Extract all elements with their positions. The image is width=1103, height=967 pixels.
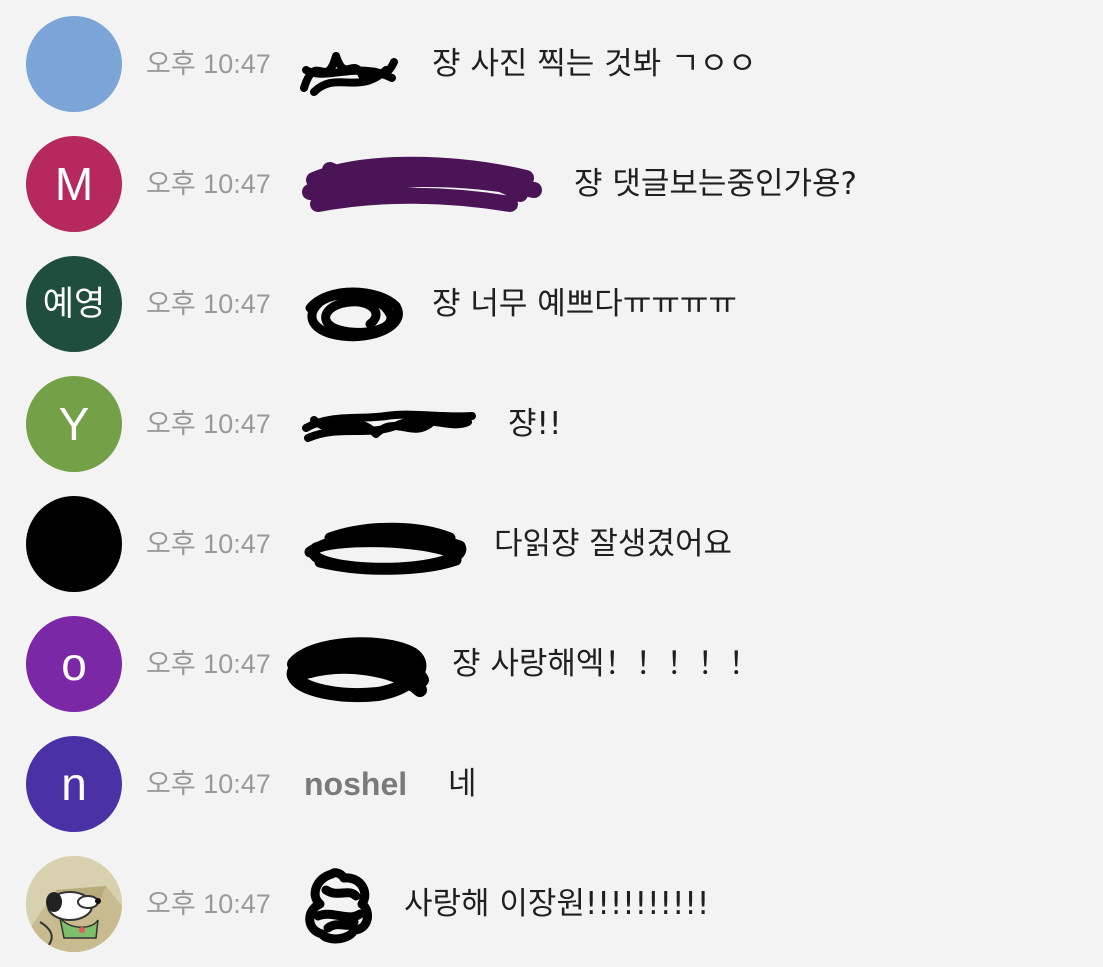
chat-message-list: 오후 10:47 쟝 사진 찍는 것봐 ㄱㅇㅇ M 오후 10:47 쟝 댓글보…: [0, 0, 1103, 967]
message-timestamp: 오후 10:47: [146, 409, 271, 439]
avatar[interactable]: M: [26, 136, 122, 232]
message-timestamp: 오후 10:47: [146, 529, 271, 559]
avatar[interactable]: [26, 496, 122, 592]
snoopy-avatar-image: [26, 856, 122, 952]
message-timestamp: 오후 10:47: [146, 49, 271, 79]
chat-message-row[interactable]: 오후 10:47 다읽쟝 잘생겼어요: [0, 480, 1103, 600]
chat-message-row[interactable]: n 오후 10:47 noshel 네: [0, 720, 1103, 840]
avatar[interactable]: 예영: [26, 256, 122, 352]
chat-message-row[interactable]: 오후 10:47 사랑해 이장원!!!!!!!!!!: [0, 840, 1103, 960]
message-text: 쟝!!: [508, 406, 562, 442]
message-text: 사랑해 이장원!!!!!!!!!!: [404, 886, 710, 922]
message-text: 쟝 사랑해엑！！！！！: [452, 646, 760, 682]
author-redaction-scribble: [302, 410, 476, 442]
message-text: 쟝 사진 찍는 것봐 ㄱㅇㅇ: [432, 46, 757, 82]
author-redaction-scribble: [305, 287, 403, 342]
avatar[interactable]: n: [26, 736, 122, 832]
chat-message-row[interactable]: Y 오후 10:47 쟝!!: [0, 360, 1103, 480]
chat-message-row[interactable]: 오후 10:47 쟝 사진 찍는 것봐 ㄱㅇㅇ: [0, 0, 1103, 120]
avatar[interactable]: o: [26, 616, 122, 712]
message-text: 네: [448, 766, 477, 802]
chat-message-row[interactable]: o 오후 10:47 쟝 사랑해엑！！！！！: [0, 600, 1103, 720]
author-name[interactable]: noshel: [304, 766, 407, 802]
author-redaction-scribble: [300, 52, 398, 96]
author-redaction-scribble: [286, 637, 429, 703]
author-redaction-scribble: [305, 868, 373, 944]
avatar[interactable]: [26, 16, 122, 112]
avatar[interactable]: [26, 856, 122, 952]
message-timestamp: 오후 10:47: [146, 769, 271, 799]
author-redaction-scribble: [302, 156, 542, 212]
message-timestamp: 오후 10:47: [146, 289, 271, 319]
message-text: 쟝 너무 예쁘다ㅠㅠㅠㅠ: [432, 286, 737, 322]
avatar[interactable]: Y: [26, 376, 122, 472]
message-timestamp: 오후 10:47: [146, 649, 271, 679]
message-timestamp: 오후 10:47: [146, 169, 271, 199]
message-timestamp: 오후 10:47: [146, 889, 271, 919]
author-redaction-scribble: [304, 522, 467, 575]
message-text: 다읽쟝 잘생겼어요: [494, 526, 733, 562]
chat-message-row[interactable]: 예영 오후 10:47 쟝 너무 예쁘다ㅠㅠㅠㅠ: [0, 240, 1103, 360]
chat-message-row[interactable]: M 오후 10:47 쟝 댓글보는중인가용?: [0, 120, 1103, 240]
message-text: 쟝 댓글보는중인가용?: [574, 166, 857, 202]
